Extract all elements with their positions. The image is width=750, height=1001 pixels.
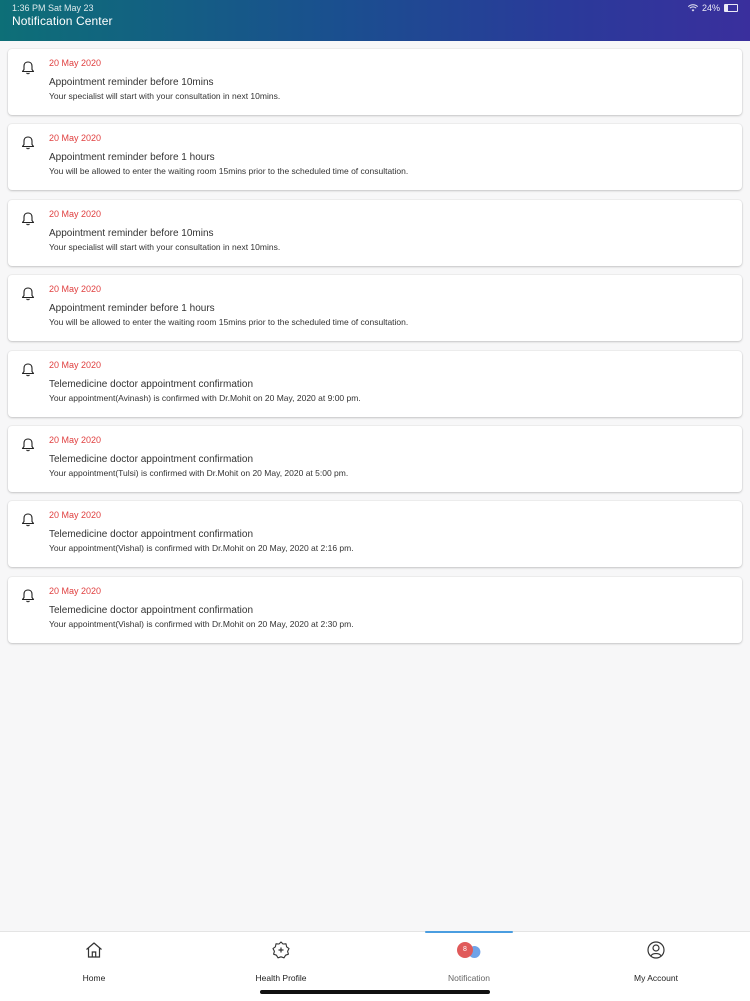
tab-home-label: Home	[82, 973, 106, 983]
notification-body: You will be allowed to enter the waiting…	[49, 317, 409, 328]
active-tab-indicator	[425, 931, 513, 933]
notification-title: Telemedicine doctor appointment confirma…	[49, 453, 253, 465]
notification-title: Telemedicine doctor appointment confirma…	[49, 529, 253, 541]
notification-date: 20 May 2020	[49, 510, 102, 521]
health-profile-icon	[272, 941, 290, 959]
notification-card[interactable]: 20 May 2020 Appointment reminder before …	[8, 275, 742, 342]
tab-home[interactable]: Home	[34, 932, 154, 992]
notification-title: Appointment reminder before 1 hours	[49, 303, 215, 315]
tab-notification-label: Notification	[447, 973, 491, 983]
notification-date: 20 May 2020	[49, 434, 102, 445]
bell-icon	[21, 438, 35, 452]
notification-date: 20 May 2020	[49, 133, 102, 144]
notification-body: Your appointment(Vishal) is confirmed wi…	[49, 618, 354, 629]
notification-date: 20 May 2020	[49, 585, 102, 596]
notification-title: Appointment reminder before 1 hours	[49, 152, 215, 164]
notification-card[interactable]: 20 May 2020 Appointment reminder before …	[8, 49, 742, 115]
app-header: 1:36 PM Sat May 23 24% Notification Cent…	[0, 0, 750, 41]
notification-card[interactable]: 20 May 2020 Appointment reminder before …	[8, 199, 742, 266]
notification-date: 20 May 2020	[49, 359, 102, 370]
bell-icon	[21, 287, 35, 301]
tab-notification[interactable]: 8 Notification	[409, 931, 529, 992]
notification-date: 20 May 2020	[49, 208, 102, 219]
bell-icon	[21, 589, 35, 603]
notification-title: Telemedicine doctor appointment confirma…	[49, 604, 253, 616]
notification-body: Your appointment(Avinash) is confirmed w…	[49, 392, 361, 403]
battery-icon	[724, 4, 738, 12]
notification-date: 20 May 2020	[49, 58, 102, 68]
notification-body: Your specialist will start with your con…	[49, 241, 281, 252]
notification-list: 20 May 2020 Appointment reminder before …	[8, 49, 742, 652]
notification-title: Appointment reminder before 10mins	[49, 77, 214, 88]
bell-icon	[21, 363, 35, 376]
notification-date: 20 May 2020	[49, 284, 102, 295]
home-indicator[interactable]	[260, 990, 490, 994]
notification-body: Your appointment(Vishal) is confirmed wi…	[49, 543, 354, 554]
tab-my-account[interactable]: My Account	[596, 932, 716, 992]
home-icon	[86, 942, 102, 958]
status-time: 1:36 PM Sat May 23	[12, 3, 94, 13]
notification-card[interactable]: 20 May 2020 Telemedicine doctor appointm…	[8, 350, 742, 417]
wifi-icon	[687, 4, 698, 12]
notification-body: You will be allowed to enter the waiting…	[49, 166, 409, 177]
bell-icon	[21, 212, 35, 226]
account-icon	[647, 941, 665, 959]
notification-card[interactable]: 20 May 2020 Telemedicine doctor appointm…	[8, 576, 742, 643]
status-indicators: 24%	[687, 3, 738, 13]
notification-card[interactable]: 20 May 2020 Telemedicine doctor appointm…	[8, 501, 742, 568]
notification-title: Appointment reminder before 10mins	[49, 227, 214, 239]
notification-card[interactable]: 20 May 2020 Appointment reminder before …	[8, 124, 742, 191]
tab-health-profile[interactable]: Health Profile	[221, 932, 341, 992]
bell-icon	[21, 61, 35, 75]
tab-health-profile-label: Health Profile	[255, 973, 307, 983]
battery-percent: 24%	[701, 3, 720, 13]
page-title: Notification Center	[12, 14, 113, 28]
notification-body: Your specialist will start with your con…	[49, 91, 281, 101]
notification-title: Telemedicine doctor appointment confirma…	[49, 378, 253, 390]
notification-body: Your appointment(Tulsi) is confirmed wit…	[49, 467, 349, 478]
notification-count-badge: 8	[457, 942, 473, 958]
bell-icon	[21, 513, 35, 527]
notification-card[interactable]: 20 May 2020 Telemedicine doctor appointm…	[8, 425, 742, 492]
bell-icon	[21, 136, 35, 150]
tab-my-account-label: My Account	[634, 973, 678, 983]
